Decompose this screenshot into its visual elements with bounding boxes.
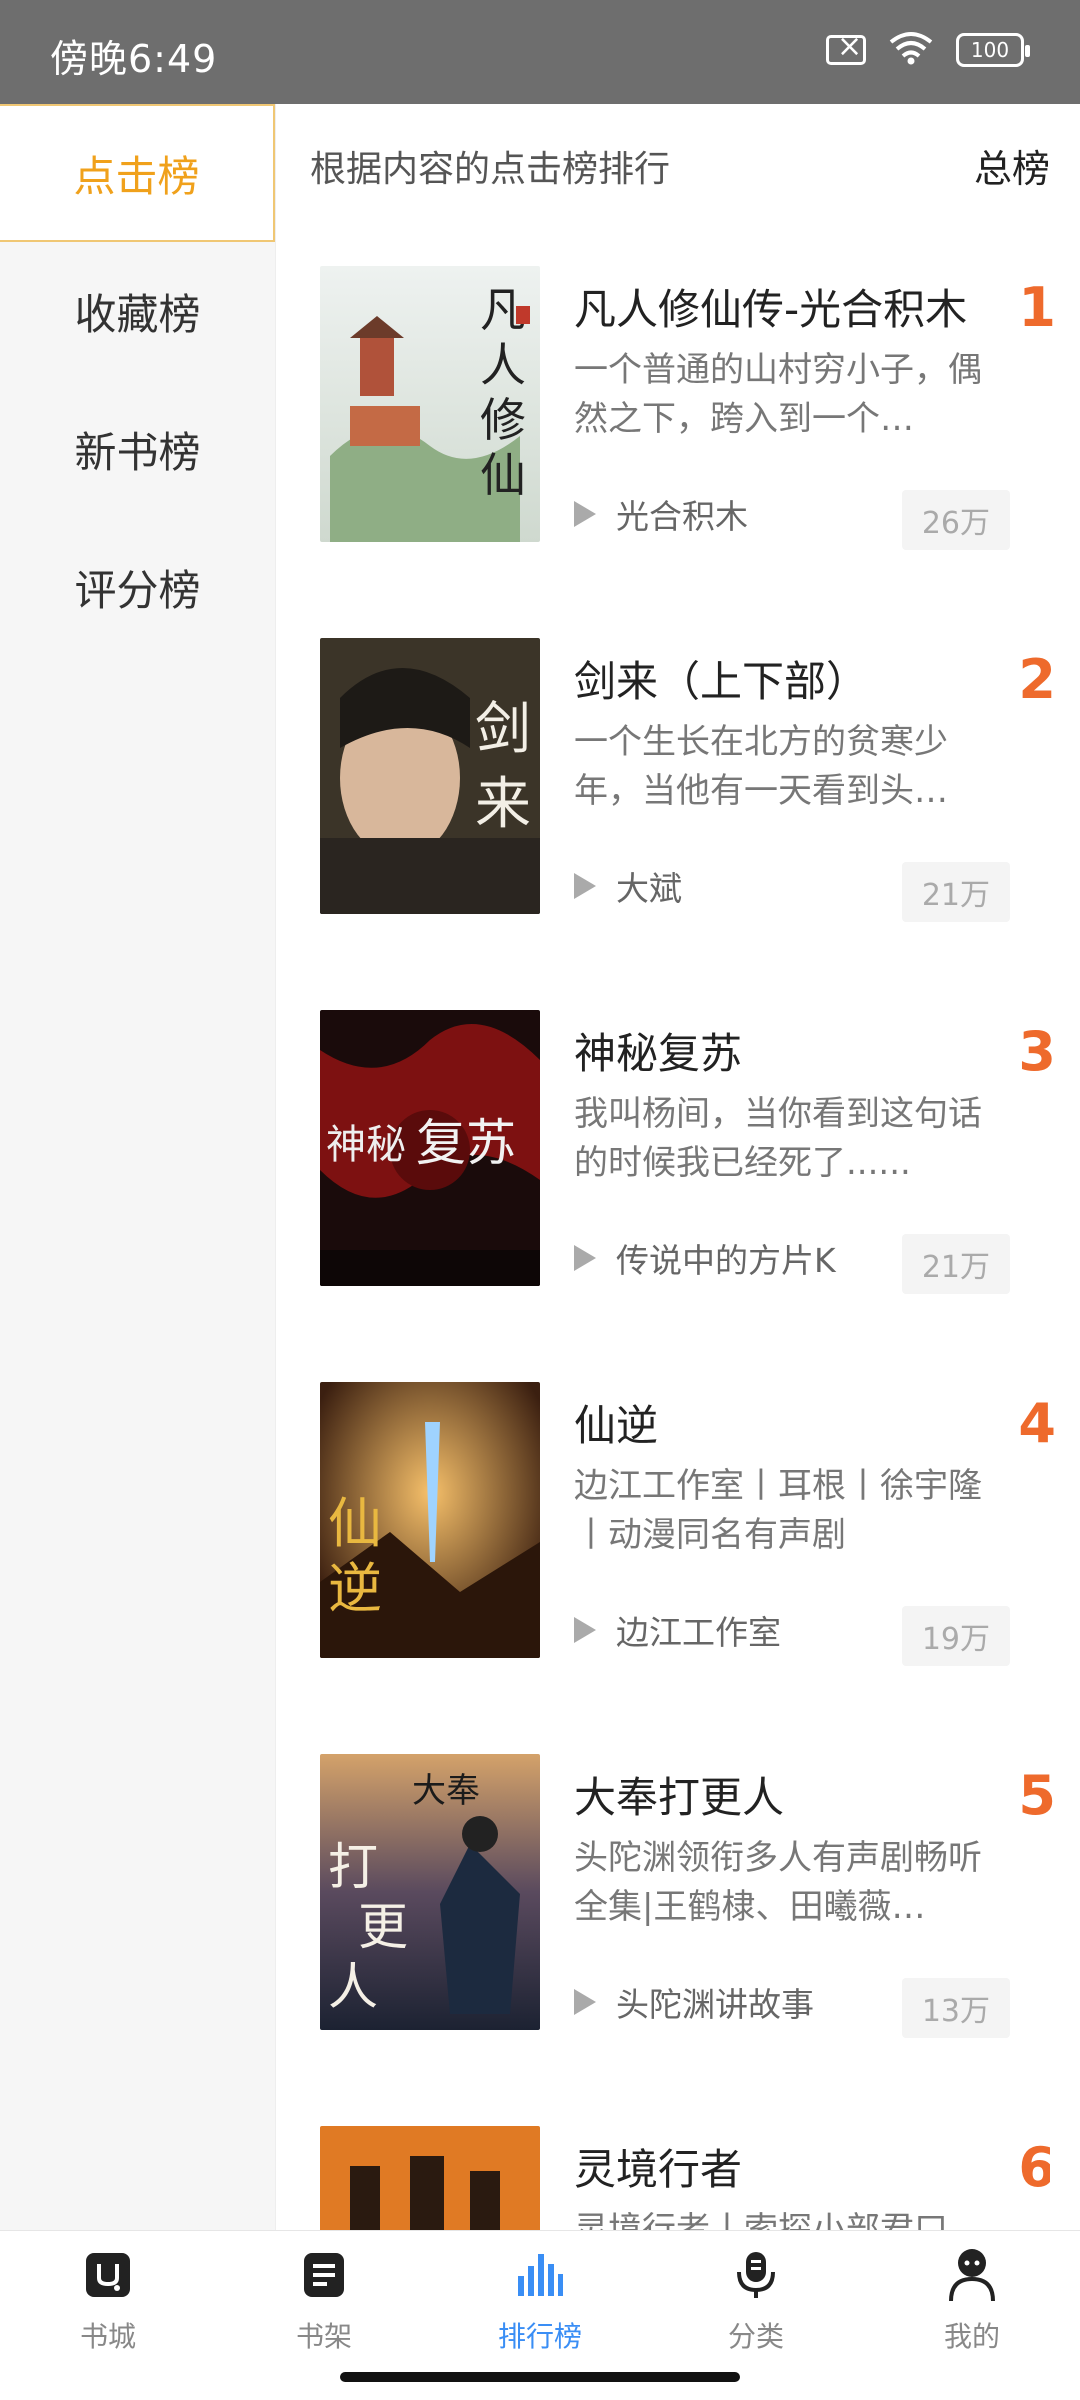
sidebar-item-new-books[interactable]: 新书榜 bbox=[0, 380, 275, 518]
nav-item-profile[interactable]: 我的 bbox=[864, 2231, 1080, 2400]
book-title[interactable]: 神秘复苏 bbox=[574, 1020, 994, 1081]
book-item[interactable]: 神秘 复苏 神秘复苏 我叫杨间，当你看到这句话的时候我已经死了...... 传说… bbox=[320, 1010, 1056, 1294]
play-icon bbox=[574, 1989, 596, 2015]
battery-icon: 100 bbox=[956, 33, 1030, 67]
svg-text:人: 人 bbox=[480, 338, 526, 392]
book-cover[interactable]: 仙 逆 bbox=[320, 1382, 540, 1658]
rank-number: 2 bbox=[1018, 648, 1056, 711]
play-icon bbox=[574, 1245, 596, 1271]
book-description: 灵境行者丨索探小部君口 bbox=[574, 2210, 948, 2230]
book-description: 一个生长在北方的贫寒少年，当他有一天看到头… bbox=[574, 722, 948, 811]
book-title[interactable]: 仙逆 bbox=[574, 1392, 994, 1453]
nav-label: 书城 bbox=[79, 2320, 136, 2353]
book-author: 传说中的方片K bbox=[574, 1234, 836, 1282]
ranking-icon bbox=[510, 2245, 570, 2305]
book-author: 边江工作室 bbox=[574, 1606, 781, 1654]
ranking-sidebar: 点击榜 收藏榜 新书榜 评分榜 bbox=[0, 104, 276, 2230]
svg-text:神秘: 神秘 bbox=[326, 1122, 406, 1168]
book-item[interactable]: 仙 逆 仙逆 边江工作室丨耳根丨徐宇隆丨动漫同名有声剧 边江工作室 19万 4 bbox=[320, 1382, 1056, 1666]
rank-number: 6 bbox=[1018, 2136, 1050, 2199]
list-header: 根据内容的点击榜排行 总榜 bbox=[310, 138, 1050, 193]
svg-text:剑: 剑 bbox=[475, 697, 531, 762]
author-name: 头陀渊讲故事 bbox=[616, 1985, 814, 2024]
svg-text:来: 来 bbox=[475, 772, 531, 837]
no-sim-icon bbox=[826, 29, 866, 65]
book-author: 头陀渊讲故事 bbox=[574, 1978, 814, 2026]
bookstore-icon bbox=[78, 2245, 138, 2305]
svg-text:逆: 逆 bbox=[328, 1557, 382, 1620]
svg-text:人: 人 bbox=[328, 1958, 378, 2016]
play-count: 26万 bbox=[901, 490, 1010, 550]
sidebar-item-clicks[interactable]: 点击榜 bbox=[0, 104, 275, 242]
svg-text:复苏: 复苏 bbox=[416, 1114, 516, 1172]
author-name: 光合积木 bbox=[616, 497, 748, 536]
play-count: 21万 bbox=[901, 862, 1010, 922]
play-count: 13万 bbox=[901, 1978, 1010, 2038]
book-author: 光合积木 bbox=[574, 490, 748, 538]
book-title[interactable]: 大奉打更人 bbox=[574, 1764, 994, 1825]
book-cover[interactable]: 凡 人 修 仙 bbox=[320, 266, 540, 542]
svg-text:更: 更 bbox=[358, 1898, 408, 1956]
svg-text:仙: 仙 bbox=[480, 448, 526, 502]
sidebar-item-favorites[interactable]: 收藏榜 bbox=[0, 242, 275, 380]
book-description: 边江工作室丨耳根丨徐宇隆丨动漫同名有声剧 bbox=[574, 1466, 982, 1555]
profile-icon bbox=[942, 2245, 1002, 2305]
author-name: 边江工作室 bbox=[616, 1613, 781, 1652]
ranking-scope-button[interactable]: 总榜 bbox=[974, 138, 1050, 193]
book-cover[interactable]: 大奉 打 更 人 bbox=[320, 1754, 540, 2030]
play-count: 19万 bbox=[901, 1606, 1010, 1666]
rank-number: 5 bbox=[1018, 1764, 1056, 1827]
book-author: 大斌 bbox=[574, 862, 682, 910]
author-name: 传说中的方片K bbox=[616, 1241, 836, 1280]
svg-text:修: 修 bbox=[480, 393, 526, 447]
sidebar-item-ratings[interactable]: 评分榜 bbox=[0, 518, 275, 656]
svg-text:打: 打 bbox=[328, 1838, 378, 1896]
home-indicator[interactable] bbox=[340, 2372, 740, 2382]
book-cover[interactable]: 神秘 复苏 bbox=[320, 1010, 540, 1286]
wifi-icon bbox=[888, 30, 934, 70]
play-icon bbox=[574, 1617, 596, 1643]
status-bar: 傍晚6:49 100 bbox=[0, 0, 1080, 104]
nav-item-bookstore[interactable]: 书城 bbox=[0, 2231, 216, 2400]
rank-number: 1 bbox=[1018, 276, 1056, 339]
book-cover[interactable]: 剑 来 bbox=[320, 638, 540, 914]
microphone-icon bbox=[726, 2245, 786, 2305]
book-item[interactable]: 剑 来 剑来（上下部） 一个生长在北方的贫寒少年，当他有一天看到头… 大斌 21… bbox=[320, 638, 1056, 922]
rank-number: 3 bbox=[1018, 1020, 1056, 1083]
book-description: 一个普通的山村穷小子，偶然之下，跨入到一个… bbox=[574, 350, 982, 439]
nav-label: 排行榜 bbox=[497, 2320, 582, 2353]
book-cover[interactable] bbox=[320, 2126, 540, 2230]
book-title[interactable]: 剑来（上下部） bbox=[574, 648, 994, 709]
book-item[interactable]: 灵境行者 灵境行者丨索探小部君口 6 bbox=[320, 2126, 1050, 2230]
status-time: 傍晚6:49 bbox=[50, 37, 218, 81]
book-item[interactable]: 凡 人 修 仙 凡人修仙传-光合积木 一个普通的山村穷小子，偶然之下，跨入到一个… bbox=[320, 266, 1056, 550]
author-name: 大斌 bbox=[616, 869, 682, 908]
rank-number: 4 bbox=[1018, 1392, 1056, 1455]
book-item[interactable]: 大奉 打 更 人 大奉打更人 头陀渊领衔多人有声剧畅听全集|王鹤棣、田曦薇… 头… bbox=[320, 1754, 1056, 2038]
bookshelf-icon bbox=[294, 2245, 354, 2305]
play-icon bbox=[574, 501, 596, 527]
svg-text:大奉: 大奉 bbox=[412, 1771, 480, 1811]
ranking-description: 根据内容的点击榜排行 bbox=[310, 148, 671, 190]
book-title[interactable]: 凡人修仙传-光合积木 bbox=[574, 276, 994, 337]
nav-label: 分类 bbox=[727, 2320, 784, 2353]
book-description: 我叫杨间，当你看到这句话的时候我已经死了...... bbox=[574, 1094, 982, 1183]
status-icons: 100 bbox=[826, 29, 1030, 70]
play-icon bbox=[574, 873, 596, 899]
nav-label: 我的 bbox=[943, 2320, 1000, 2353]
book-title[interactable]: 灵境行者 bbox=[574, 2136, 994, 2197]
play-count: 21万 bbox=[901, 1234, 1010, 1294]
svg-text:仙: 仙 bbox=[328, 1492, 382, 1555]
book-description: 头陀渊领衔多人有声剧畅听全集|王鹤棣、田曦薇… bbox=[574, 1838, 982, 1927]
nav-label: 书架 bbox=[295, 2320, 352, 2353]
